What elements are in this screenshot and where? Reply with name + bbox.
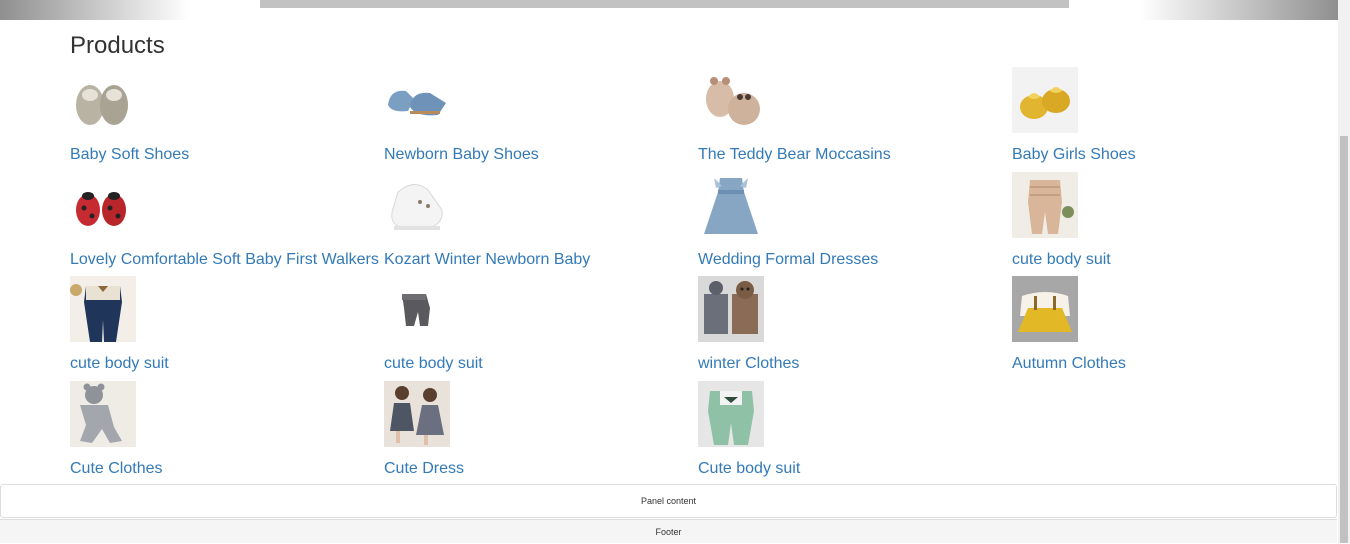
product-link[interactable]: cute body suit: [70, 355, 169, 373]
product-image[interactable]: [70, 172, 136, 238]
footer: Footer: [0, 519, 1337, 543]
product-image[interactable]: [384, 67, 450, 133]
product-link[interactable]: cute body suit: [1012, 251, 1111, 269]
product-image[interactable]: [1012, 171, 1078, 238]
product-row: Lovely Comfortable Soft Baby First Walke…: [70, 171, 1326, 277]
product-card[interactable]: Cute body suit: [698, 380, 1012, 486]
product-image[interactable]: [70, 67, 136, 133]
product-card[interactable]: Baby Girls Shoes: [1012, 67, 1326, 172]
product-card[interactable]: The Teddy Bear Moccasins: [698, 67, 1012, 172]
scrollbar-thumb[interactable]: [1340, 136, 1348, 543]
product-row: cute body suit cute body suit winter Clo…: [70, 276, 1326, 381]
product-card[interactable]: Baby Soft Shoes: [70, 67, 384, 172]
product-card[interactable]: Cute Dress: [384, 380, 698, 486]
product-link[interactable]: Lovely Comfortable Soft Baby First Walke…: [70, 251, 379, 269]
product-link[interactable]: Cute body suit: [698, 460, 800, 478]
product-image[interactable]: [70, 276, 136, 342]
product-row: Cute Clothes Cute Dress Cute body suit: [70, 380, 1326, 486]
product-card[interactable]: Cute Clothes: [70, 380, 384, 486]
product-image[interactable]: [384, 380, 450, 447]
product-link[interactable]: Cute Dress: [384, 460, 464, 478]
product-link[interactable]: Cute Clothes: [70, 460, 163, 478]
product-link[interactable]: Newborn Baby Shoes: [384, 146, 539, 164]
product-card[interactable]: winter Clothes: [698, 276, 1012, 381]
product-card[interactable]: cute body suit: [70, 276, 384, 381]
page-title: Products: [70, 32, 165, 59]
product-image[interactable]: [384, 276, 450, 342]
product-link[interactable]: cute body suit: [384, 355, 483, 373]
product-link[interactable]: Wedding Formal Dresses: [698, 251, 878, 269]
product-image[interactable]: [70, 380, 136, 447]
product-image[interactable]: [698, 67, 764, 133]
product-card[interactable]: cute body suit: [1012, 171, 1326, 277]
product-link[interactable]: The Teddy Bear Moccasins: [698, 146, 891, 164]
product-image[interactable]: [698, 276, 764, 342]
product-image[interactable]: [1012, 67, 1078, 133]
product-link[interactable]: winter Clothes: [698, 355, 799, 373]
product-link[interactable]: Baby Girls Shoes: [1012, 146, 1136, 164]
product-card[interactable]: Lovely Comfortable Soft Baby First Walke…: [70, 172, 384, 277]
product-grid: Baby Soft Shoes Newborn Baby Shoes The T…: [70, 67, 1326, 485]
product-image[interactable]: [698, 172, 764, 238]
product-card[interactable]: Autumn Clothes: [1012, 276, 1326, 381]
product-card[interactable]: Newborn Baby Shoes: [384, 67, 698, 172]
product-row: Baby Soft Shoes Newborn Baby Shoes The T…: [70, 67, 1326, 172]
product-card[interactable]: cute body suit: [384, 276, 698, 381]
vertical-scrollbar[interactable]: [1338, 0, 1350, 543]
product-card[interactable]: Wedding Formal Dresses: [698, 172, 1012, 277]
product-link[interactable]: Autumn Clothes: [1012, 355, 1126, 373]
carousel-strip: [260, 0, 1069, 8]
product-card[interactable]: Kozart Winter Newborn Baby: [384, 172, 698, 277]
product-image[interactable]: [384, 172, 450, 238]
product-image[interactable]: [698, 380, 764, 447]
product-link[interactable]: Kozart Winter Newborn Baby: [384, 251, 590, 269]
product-image[interactable]: [1012, 276, 1078, 342]
panel-content: Panel content: [0, 484, 1337, 518]
product-link[interactable]: Baby Soft Shoes: [70, 146, 189, 164]
